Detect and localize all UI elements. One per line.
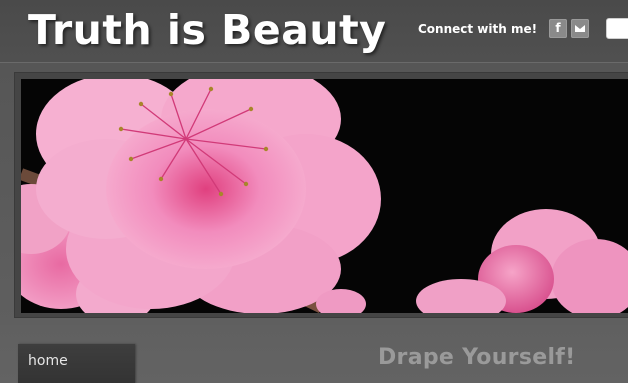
nav-item-home[interactable]: home [18, 344, 135, 383]
search-input[interactable] [606, 18, 628, 39]
site-title[interactable]: Truth is Beauty [28, 4, 386, 56]
connect-label: Connect with me! [418, 22, 538, 36]
page-heading: Drape Yourself! [378, 345, 576, 370]
envelope-glyph [575, 25, 585, 32]
mail-icon[interactable] [571, 19, 589, 38]
cherry-blossom-image [21, 79, 628, 313]
facebook-glyph: f [555, 21, 561, 35]
facebook-icon[interactable]: f [549, 19, 567, 38]
hero-image [21, 79, 628, 313]
page: Truth is Beauty Connect with me! f home … [0, 0, 628, 383]
nav-item-label: home [28, 353, 68, 369]
